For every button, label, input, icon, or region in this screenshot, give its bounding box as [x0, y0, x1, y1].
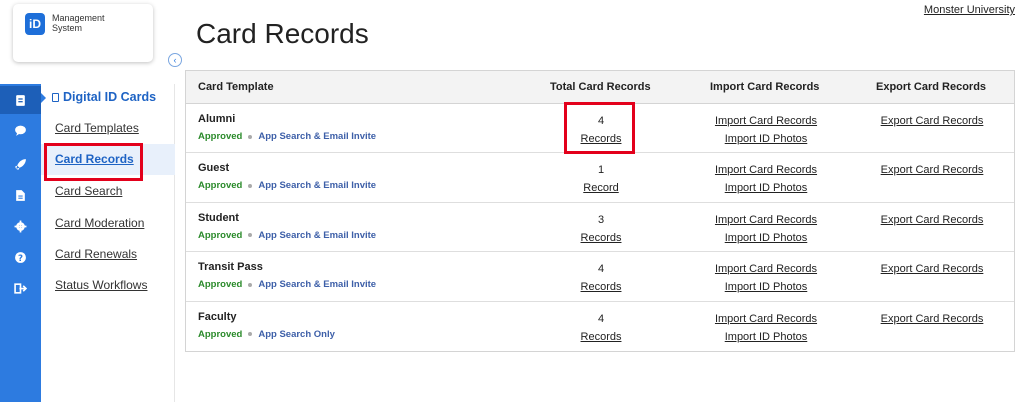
- column-header-export-card-records: Export Card Records: [876, 81, 987, 93]
- subnav-title: Digital ID Cards: [52, 90, 156, 104]
- subnav-item-card-moderation[interactable]: Card Moderation: [55, 216, 144, 230]
- export-cell: Export Card Records: [836, 161, 1024, 179]
- separator-dot: [248, 183, 253, 188]
- logo-badge: iD: [25, 13, 45, 35]
- table-row: Guest Approved App Search & Email Invite…: [186, 153, 1014, 203]
- total-records-cell: 3 Records: [557, 211, 645, 247]
- template-scope: App Search & Email Invite: [258, 180, 377, 192]
- id-card-icon: [16, 94, 25, 106]
- logo-line-1: Management: [52, 13, 105, 23]
- status-badge: Approved: [198, 180, 243, 192]
- total-records-cell: 1 Record: [557, 161, 645, 197]
- rail-rocket[interactable]: [0, 150, 41, 178]
- template-name: Alumni: [198, 113, 236, 125]
- svg-text:?: ?: [18, 253, 23, 263]
- gear-icon: [14, 220, 27, 232]
- subnav-active-arrow: [41, 93, 46, 103]
- export-card-records-link[interactable]: Export Card Records: [836, 112, 1024, 130]
- status-badge: Approved: [198, 131, 243, 142]
- template-name: Guest: [198, 162, 230, 175]
- rail-sign-out[interactable]: [0, 274, 41, 302]
- logo-card[interactable]: iD Management System: [13, 4, 153, 62]
- export-card-records-link[interactable]: Export Card Records: [836, 310, 1024, 328]
- records-link[interactable]: Records: [557, 328, 645, 346]
- column-header-import-card-records: Import Card Records: [710, 81, 820, 93]
- export-card-records-link[interactable]: Export Card Records: [836, 260, 1024, 278]
- separator-dot: [248, 134, 253, 139]
- table-row: Faculty Approved App Search Only 4 Recor…: [186, 302, 1014, 351]
- rail-help[interactable]: ?: [0, 243, 41, 271]
- chevron-left-icon: ‹: [173, 55, 177, 65]
- records-link[interactable]: Records: [557, 229, 645, 247]
- subnav-item-card-search[interactable]: Card Search: [55, 184, 122, 198]
- template-status: Approved App Search & Email Invite: [198, 180, 376, 191]
- template-status: Approved App Search & Email Invite: [198, 230, 376, 241]
- total-records-cell: 4 Records: [557, 260, 645, 296]
- sign-out-icon: [14, 282, 27, 294]
- column-header-card-template: Card Template: [198, 81, 274, 93]
- export-card-records-link[interactable]: Export Card Records: [836, 211, 1024, 229]
- document-icon: [16, 189, 25, 201]
- help-icon: ?: [15, 251, 26, 263]
- separator-dot: [248, 282, 253, 287]
- subnav-title-label: Digital ID Cards: [63, 90, 157, 104]
- import-id-photos-link[interactable]: Import ID Photos: [666, 130, 866, 148]
- rail-document[interactable]: [0, 181, 41, 209]
- template-status: Approved App Search & Email Invite: [198, 131, 376, 142]
- status-badge: Approved: [198, 279, 243, 291]
- highlight-alumni-records: [564, 102, 635, 154]
- template-name: Faculty: [198, 310, 237, 323]
- export-card-records-link[interactable]: Export Card Records: [836, 161, 1024, 179]
- rail-chat[interactable]: [0, 116, 41, 144]
- export-cell: Export Card Records: [836, 310, 1024, 328]
- page-title: Card Records: [196, 18, 369, 49]
- record-count: 3: [597, 213, 605, 226]
- import-id-photos-link[interactable]: Import ID Photos: [666, 328, 866, 346]
- import-id-photos-link[interactable]: Import ID Photos: [666, 179, 866, 197]
- total-records-cell: 4 Records: [557, 310, 645, 346]
- template-status: Approved App Search & Email Invite: [198, 279, 376, 290]
- records-link[interactable]: Records: [557, 278, 645, 296]
- highlight-card-records: [44, 143, 143, 181]
- table-row: Student Approved App Search & Email Invi…: [186, 203, 1014, 253]
- template-name: Student: [198, 211, 239, 224]
- rail-id-card[interactable]: [0, 86, 41, 114]
- organization-link[interactable]: Monster University: [924, 4, 1015, 16]
- separator-dot: [248, 332, 253, 337]
- logo-line-2: System: [52, 23, 83, 33]
- table-row: Transit Pass Approved App Search & Email…: [186, 252, 1014, 302]
- subnav-item-status-workflows[interactable]: Status Workflows: [55, 278, 147, 292]
- records-link[interactable]: Record: [557, 179, 645, 197]
- record-count: 4: [597, 312, 605, 325]
- id-card-small-icon: [52, 92, 59, 102]
- rocket-icon: [15, 158, 26, 170]
- logo-text: Management System: [52, 13, 105, 33]
- import-id-photos-link[interactable]: Import ID Photos: [666, 278, 866, 296]
- template-scope: App Search & Email Invite: [258, 279, 377, 291]
- status-badge: Approved: [198, 229, 243, 241]
- column-header-total-card-records: Total Card Records: [550, 81, 651, 93]
- template-scope: App Search & Email Invite: [258, 131, 377, 142]
- template-scope: App Search Only: [258, 328, 335, 340]
- rail-settings[interactable]: [0, 212, 41, 240]
- export-cell: Export Card Records: [836, 112, 1024, 130]
- template-name: Transit Pass: [198, 261, 263, 274]
- template-status: Approved App Search Only: [198, 329, 335, 340]
- subnav-item-card-templates[interactable]: Card Templates: [55, 121, 139, 135]
- separator-dot: [248, 233, 253, 238]
- export-cell: Export Card Records: [836, 211, 1024, 229]
- collapse-sidebar-button[interactable]: ‹: [168, 53, 182, 67]
- chat-icon: [15, 125, 26, 136]
- status-badge: Approved: [198, 328, 243, 340]
- record-count: 1: [597, 164, 605, 177]
- table-header: Card Template Total Card Records Import …: [186, 71, 1014, 104]
- record-count: 4: [597, 263, 605, 276]
- export-cell: Export Card Records: [836, 260, 1024, 278]
- template-scope: App Search & Email Invite: [258, 229, 377, 241]
- import-id-photos-link[interactable]: Import ID Photos: [666, 229, 866, 247]
- subnav-item-card-renewals[interactable]: Card Renewals: [55, 247, 137, 261]
